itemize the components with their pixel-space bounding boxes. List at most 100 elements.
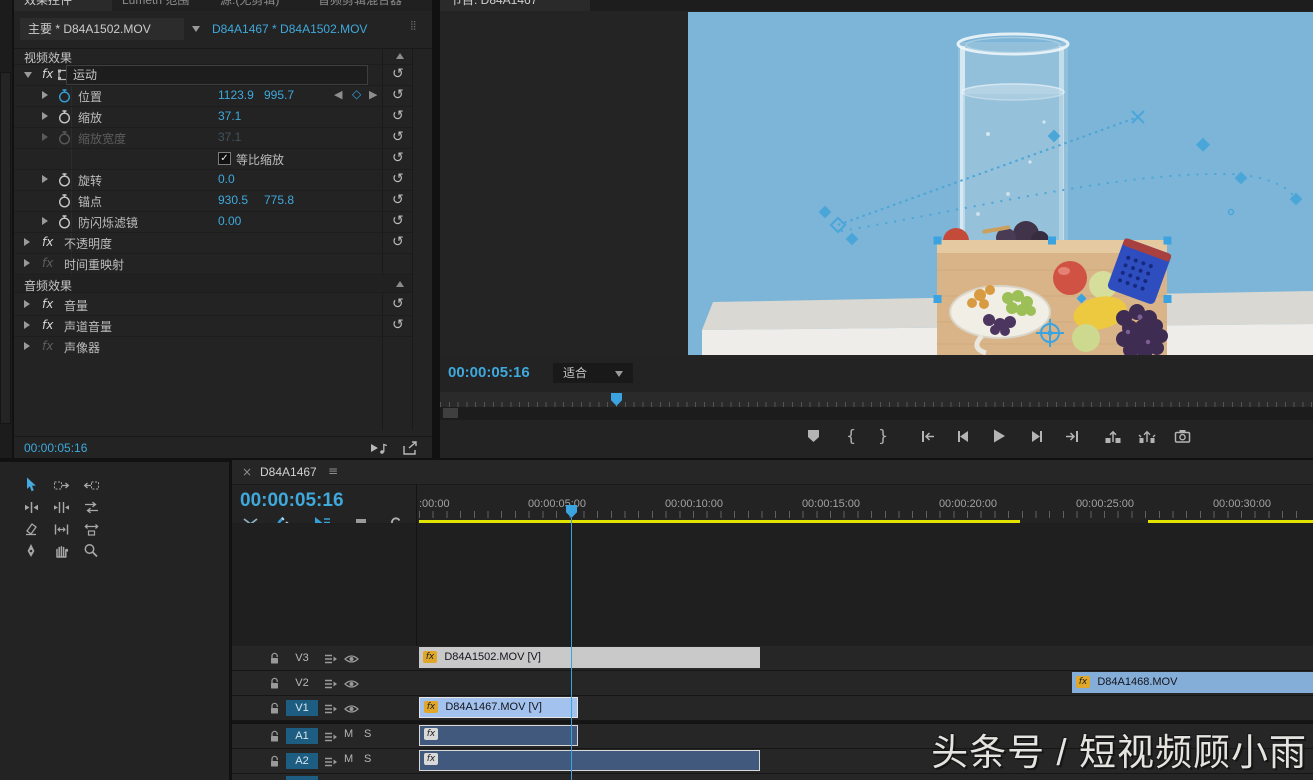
program-timecode[interactable]: 00:00:05:16 [448,364,530,381]
effect-row-scale[interactable]: 缩放 37.1 ↺ [14,106,412,128]
expander-icon[interactable] [24,321,30,329]
effect-row-uniform-scale[interactable]: ✓ 等比缩放 ↺ [14,148,412,170]
solo-button[interactable]: S [364,753,371,765]
effect-row-panner[interactable]: fx 声像器 [14,336,412,357]
track-label-a1[interactable]: A1 [286,728,318,744]
lock-icon[interactable] [269,730,280,743]
export-frame-icon[interactable] [1174,428,1191,444]
solo-button[interactable]: S [364,728,371,740]
reset-icon[interactable]: ↺ [392,151,404,165]
play-audio-icon[interactable] [370,441,388,455]
next-keyframe-icon[interactable]: ▶ [369,88,377,101]
effect-row-opacity[interactable]: fx 不透明度 ↺ [14,232,412,254]
go-to-out-icon[interactable] [1064,429,1080,444]
eye-icon[interactable] [344,679,359,689]
prev-keyframe-icon[interactable]: ◀ [334,88,342,101]
source-patch-icon[interactable] [324,704,338,714]
rotation-value[interactable]: 0.0 [218,172,235,186]
go-to-in-icon[interactable] [920,429,936,444]
timeline-tab-label[interactable]: D84A1467 [260,465,317,479]
effect-row-time-remap[interactable]: fx 时间重映射 [14,253,412,275]
expander-icon[interactable] [24,342,30,350]
close-icon[interactable]: × [242,465,252,479]
clip-d84a1467-video[interactable]: fx D84A1467.MOV [V] [419,697,578,718]
panel-menu-icon[interactable]: ≡ [328,464,338,478]
fx-badge[interactable]: fx [424,753,438,765]
reset-icon[interactable]: ↺ [392,88,404,102]
sequence-clip-label[interactable]: D84A1467 * D84A1502.MOV [212,18,367,40]
stopwatch-icon[interactable] [58,194,71,208]
stopwatch-icon[interactable] [58,89,71,103]
clip-d84a1502-audio[interactable]: fx [419,750,760,771]
expander-icon[interactable] [24,300,30,308]
expander-icon[interactable] [42,217,48,225]
effect-row-anchor[interactable]: 锚点 930.5 775.8 ↺ [14,190,412,212]
selection-tool[interactable] [18,475,44,495]
effect-row-motion[interactable]: fx 运动 ↺ [14,64,412,86]
effect-row-rotation[interactable]: 旋转 0.0 ↺ [14,169,412,191]
clip-d84a1502[interactable]: fx D84A1502.MOV [V] [419,647,760,668]
mute-button[interactable]: M [344,753,353,765]
clip-d84a1468[interactable]: fx D84A1468.MOV [1072,672,1313,693]
timeline-ruler[interactable]: :00:00 00:00:05:00 00:00:10:00 00:00:15:… [417,498,1313,518]
expander-icon[interactable] [42,112,48,120]
panel-grip-icon[interactable]: ⣿ [410,21,416,31]
stopwatch-icon[interactable] [58,110,71,124]
reset-icon[interactable]: ↺ [392,172,404,186]
stopwatch-icon[interactable] [58,173,71,187]
scale-value[interactable]: 37.1 [218,109,241,123]
mute-button[interactable]: M [344,728,353,740]
chevron-down-icon[interactable] [192,26,200,32]
add-keyframe-icon[interactable]: ◇ [352,87,361,101]
expander-icon[interactable] [42,91,48,99]
expander-icon[interactable] [42,175,48,183]
scrollbar-thumb[interactable] [443,408,458,418]
track-label-v1[interactable]: V1 [286,700,318,716]
antiflicker-value[interactable]: 0.00 [218,214,241,228]
reset-icon[interactable]: ↺ [392,235,404,249]
slip-tool[interactable] [48,519,74,539]
track-select-forward-tool[interactable] [48,475,74,495]
reset-icon[interactable]: ↺ [392,318,404,332]
tab-program-monitor[interactable]: 节目: D84A1467 [440,0,590,11]
expander-icon[interactable] [24,238,30,246]
motion-name-box[interactable]: 运动 [66,65,368,85]
track-label-a2[interactable]: A2 [286,753,318,769]
tab-lumetri-scopes[interactable]: Lumetri 范围 [112,0,218,11]
collapse-section-icon[interactable] [396,53,404,59]
mark-out-icon[interactable]: } [878,426,888,445]
video-preview[interactable] [688,12,1313,355]
slide-tool[interactable] [78,519,104,539]
hand-tool[interactable] [48,541,74,561]
fx-badge[interactable]: fx [1076,676,1090,688]
effect-row-channel-volume[interactable]: fx 声道音量 ↺ [14,315,412,337]
eye-icon[interactable] [344,704,359,714]
track-label-a3[interactable] [286,776,318,780]
lock-icon[interactable] [269,702,280,715]
fx-badge[interactable]: fx [424,728,438,740]
rate-stretch-tool[interactable] [78,497,104,517]
playhead-line[interactable] [571,518,572,780]
collapse-section-icon[interactable] [396,281,404,287]
lock-icon[interactable] [269,677,280,690]
source-patch-icon[interactable] [324,654,338,664]
reset-icon[interactable]: ↺ [392,297,404,311]
lock-icon[interactable] [269,755,280,768]
lock-icon[interactable] [269,652,280,665]
fx-badge[interactable]: fx [423,651,437,663]
razor-tool[interactable] [18,519,44,539]
anchor-y-value[interactable]: 775.8 [264,193,294,207]
eye-icon[interactable] [344,654,359,664]
stopwatch-icon[interactable] [58,215,71,229]
timeline-timecode[interactable]: 00:00:05:16 [240,490,344,512]
tab-effect-controls[interactable]: 效果控件 [14,0,120,11]
ripple-edit-tool[interactable] [18,497,44,517]
step-forward-icon[interactable] [1028,429,1044,444]
zoom-level-select[interactable]: 适合 [553,363,633,383]
track-label-v3[interactable]: V3 [286,650,318,666]
effect-row-position[interactable]: 位置 1123.9 995.7 ◀ ◇ ▶ ↺ [14,85,412,107]
effect-row-antiflicker[interactable]: 防闪烁滤镜 0.00 ↺ [14,211,412,233]
extract-icon[interactable] [1138,429,1156,444]
toggle-effects-icon[interactable] [402,441,418,455]
expander-icon[interactable] [24,259,30,267]
